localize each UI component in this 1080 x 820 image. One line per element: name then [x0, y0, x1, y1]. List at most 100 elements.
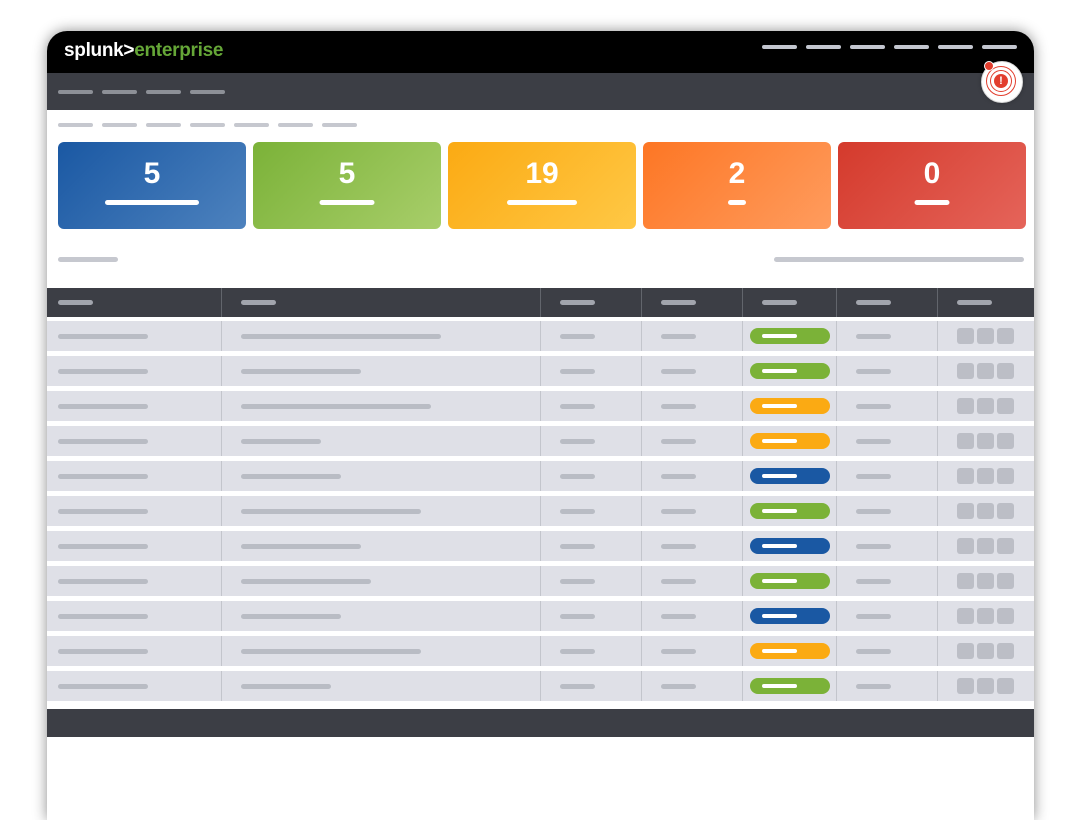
- column-header[interactable]: [641, 288, 743, 317]
- card-label: [507, 200, 577, 205]
- action-button[interactable]: [977, 678, 994, 694]
- top-nav-item[interactable]: [982, 45, 1017, 49]
- table-row[interactable]: [47, 391, 1034, 421]
- action-button[interactable]: [977, 363, 994, 379]
- status-badge[interactable]: [750, 363, 830, 379]
- breadcrumb-item[interactable]: [190, 123, 225, 127]
- table-row[interactable]: [47, 496, 1034, 526]
- action-button[interactable]: [957, 433, 974, 449]
- summary-card-yellow[interactable]: 19: [448, 142, 636, 229]
- status-badge[interactable]: [750, 398, 830, 414]
- column-header[interactable]: [221, 288, 541, 317]
- app-window: splunk>enterprise ! 5 5 19 2 0: [47, 31, 1034, 820]
- action-button[interactable]: [977, 538, 994, 554]
- results-count-label: [58, 257, 118, 262]
- action-button[interactable]: [977, 433, 994, 449]
- table-header: [47, 288, 1034, 317]
- cell-name: [47, 356, 221, 386]
- action-button[interactable]: [997, 503, 1014, 519]
- status-badge[interactable]: [750, 503, 830, 519]
- action-button[interactable]: [977, 643, 994, 659]
- column-header[interactable]: [836, 288, 938, 317]
- top-nav-item[interactable]: [938, 45, 973, 49]
- column-header[interactable]: [540, 288, 642, 317]
- action-button[interactable]: [957, 398, 974, 414]
- breadcrumb-item[interactable]: [102, 123, 137, 127]
- action-button[interactable]: [977, 503, 994, 519]
- table-row[interactable]: [47, 426, 1034, 456]
- top-nav: [762, 45, 1017, 49]
- table-row[interactable]: [47, 461, 1034, 491]
- action-button[interactable]: [977, 328, 994, 344]
- cell-value: [836, 496, 938, 526]
- top-nav-item[interactable]: [806, 45, 841, 49]
- status-badge[interactable]: [750, 468, 830, 484]
- app-nav-item[interactable]: [58, 90, 93, 94]
- app-nav-item[interactable]: [146, 90, 181, 94]
- status-badge[interactable]: [750, 608, 830, 624]
- summary-card-green[interactable]: 5: [253, 142, 441, 229]
- status-badge[interactable]: [750, 573, 830, 589]
- alert-button[interactable]: !: [981, 61, 1023, 103]
- action-button[interactable]: [997, 433, 1014, 449]
- cell-value: [836, 426, 938, 456]
- action-button[interactable]: [977, 573, 994, 589]
- cell-name: [47, 496, 221, 526]
- status-badge[interactable]: [750, 643, 830, 659]
- action-button[interactable]: [957, 608, 974, 624]
- summary-card-blue[interactable]: 5: [58, 142, 246, 229]
- table-row[interactable]: [47, 671, 1034, 701]
- breadcrumb-item[interactable]: [146, 123, 181, 127]
- action-button[interactable]: [997, 608, 1014, 624]
- action-button[interactable]: [957, 468, 974, 484]
- action-button[interactable]: [957, 503, 974, 519]
- table-row[interactable]: [47, 601, 1034, 631]
- action-button[interactable]: [957, 573, 974, 589]
- breadcrumb-item[interactable]: [322, 123, 357, 127]
- action-button[interactable]: [957, 643, 974, 659]
- action-button[interactable]: [977, 608, 994, 624]
- column-header[interactable]: [742, 288, 837, 317]
- breadcrumb-item[interactable]: [234, 123, 269, 127]
- cell-value: [836, 356, 938, 386]
- filter-input[interactable]: [774, 257, 1024, 262]
- action-button[interactable]: [997, 468, 1014, 484]
- action-button[interactable]: [997, 363, 1014, 379]
- table-row[interactable]: [47, 531, 1034, 561]
- cell-actions: [937, 391, 1034, 421]
- action-button[interactable]: [997, 678, 1014, 694]
- top-nav-item[interactable]: [850, 45, 885, 49]
- action-button[interactable]: [997, 328, 1014, 344]
- table-row[interactable]: [47, 321, 1034, 351]
- action-button[interactable]: [997, 573, 1014, 589]
- column-header[interactable]: [47, 288, 221, 317]
- status-badge[interactable]: [750, 678, 830, 694]
- cell-actions: [937, 356, 1034, 386]
- action-button[interactable]: [997, 398, 1014, 414]
- summary-card-orange[interactable]: 2: [643, 142, 831, 229]
- breadcrumb-item[interactable]: [58, 123, 93, 127]
- action-button[interactable]: [957, 538, 974, 554]
- status-badge[interactable]: [750, 433, 830, 449]
- app-nav-item[interactable]: [102, 90, 137, 94]
- action-button[interactable]: [997, 643, 1014, 659]
- action-button[interactable]: [957, 328, 974, 344]
- table-row[interactable]: [47, 636, 1034, 666]
- column-header[interactable]: [937, 288, 1034, 317]
- summary-card-red[interactable]: 0: [838, 142, 1026, 229]
- cell-actions: [937, 601, 1034, 631]
- action-button[interactable]: [977, 398, 994, 414]
- table-row[interactable]: [47, 566, 1034, 596]
- splunk-logo[interactable]: splunk>enterprise: [64, 40, 223, 62]
- top-nav-item[interactable]: [894, 45, 929, 49]
- action-button[interactable]: [957, 678, 974, 694]
- top-nav-item[interactable]: [762, 45, 797, 49]
- status-badge[interactable]: [750, 538, 830, 554]
- app-nav-item[interactable]: [190, 90, 225, 94]
- table-row[interactable]: [47, 356, 1034, 386]
- action-button[interactable]: [977, 468, 994, 484]
- action-button[interactable]: [957, 363, 974, 379]
- action-button[interactable]: [997, 538, 1014, 554]
- breadcrumb-item[interactable]: [278, 123, 313, 127]
- status-badge[interactable]: [750, 328, 830, 344]
